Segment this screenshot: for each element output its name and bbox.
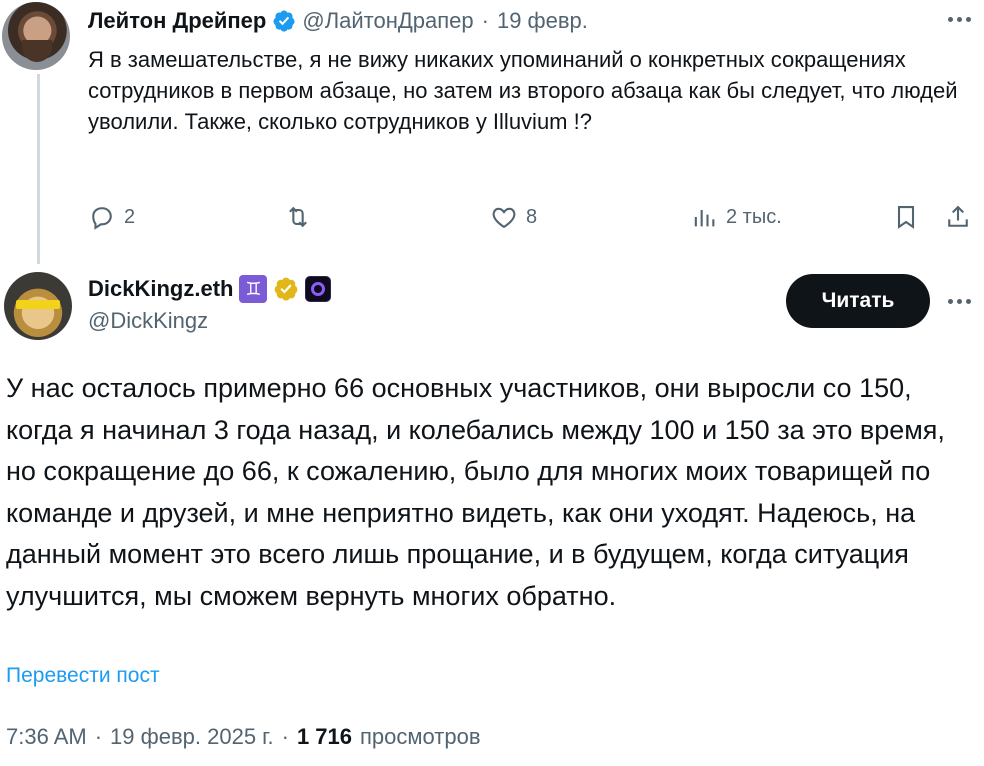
share-icon [948, 205, 968, 227]
views-count: 2 тыс. [726, 205, 782, 228]
post-text: У нас осталось примерно 66 основных учас… [6, 373, 945, 611]
retweet-icon [289, 206, 307, 228]
share-button[interactable] [944, 198, 972, 236]
more-icon[interactable] [944, 6, 974, 32]
post-date[interactable]: 19 февр. [497, 8, 588, 34]
separator-dot: · [481, 8, 489, 33]
main-tweet: DickKingz.eth ♊ @DickKingz Читать У нас … [0, 262, 984, 766]
reply-icon [92, 207, 112, 230]
like-button[interactable]: 8 [490, 198, 537, 236]
avatar[interactable] [4, 272, 72, 340]
affiliation-icon[interactable] [305, 276, 332, 302]
post-full-date[interactable]: 19 февр. 2025 г. [110, 724, 274, 750]
avatar-glasses [16, 300, 60, 309]
author-handle[interactable]: @DickKingz [88, 308, 208, 334]
separator-dot: · [94, 724, 103, 749]
bookmark-button[interactable] [892, 198, 920, 236]
views-icon [694, 210, 715, 227]
views-count: 1 716 [296, 724, 353, 749]
like-count: 8 [526, 205, 538, 228]
read-button[interactable]: Читать [786, 274, 930, 328]
reply-button[interactable]: 2 [88, 198, 135, 236]
translate-link[interactable]: Перевести пост [6, 664, 160, 688]
bookmark-icon [897, 206, 915, 229]
post-meta: 7:36 AM · 19 февр. 2025 г. · 1 716 просм… [6, 722, 481, 752]
verified-icon [273, 10, 295, 32]
reply-tweet[interactable]: Лейтон Дрейпер @ЛайтонДрапер · 19 февр. … [0, 0, 984, 264]
views-button[interactable]: 2 тыс. [690, 198, 782, 236]
author-name[interactable]: Лейтон Дрейпер [88, 8, 266, 34]
separator-dot: · [281, 724, 289, 749]
avatar[interactable] [2, 2, 70, 70]
reply-count: 2 [124, 205, 136, 228]
views-label: просмотров [360, 724, 481, 749]
action-bar: 2 8 2 тыс. [88, 198, 978, 236]
avatar-beard [22, 40, 52, 62]
more-icon[interactable] [944, 288, 974, 314]
thread-line [37, 74, 40, 264]
like-icon [492, 207, 516, 229]
author-handle[interactable]: @ЛайтонДрапер [302, 8, 473, 34]
verified-gold-icon [275, 277, 298, 301]
author-name[interactable]: DickKingz.eth [88, 276, 233, 302]
post-time[interactable]: 7:36 AM [6, 724, 87, 750]
author-row: DickKingz.eth ♊ [88, 274, 332, 304]
reply-header: Лейтон Дрейпер @ЛайтонДрапер · 19 февр. [88, 6, 588, 36]
retweet-button[interactable] [284, 198, 312, 236]
reply-text: Я в замешательстве, я не вижу никаких уп… [88, 47, 958, 134]
gemini-icon: ♊ [239, 275, 268, 303]
